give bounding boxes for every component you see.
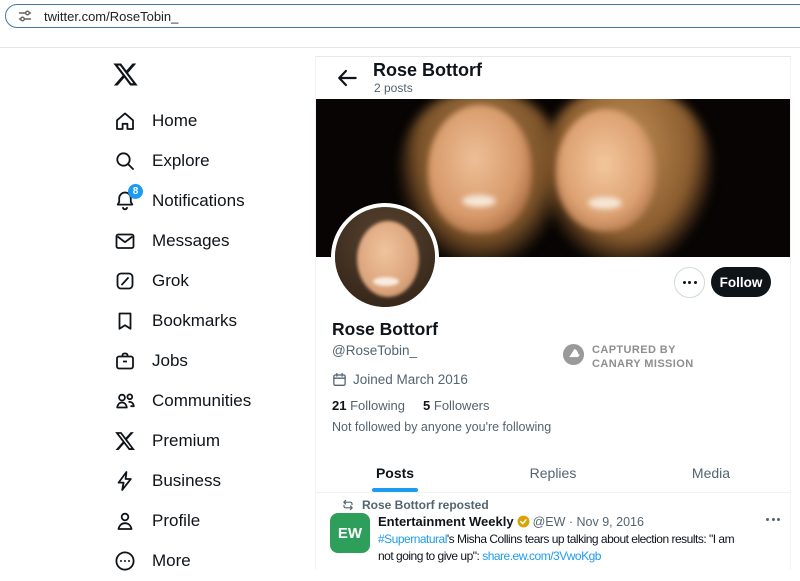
banner-art: [462, 195, 496, 207]
tweet-author-row: Entertainment Weekly @EW · Nov 9, 2016: [378, 514, 758, 529]
canary-logo-icon: [562, 343, 585, 366]
sidebar-nav: Home Explore 8 Notifications Messages Gr…: [105, 101, 315, 581]
retweet-icon: [343, 499, 353, 511]
sidebar-item-messages[interactable]: Messages: [105, 221, 315, 261]
envelope-icon: [113, 229, 137, 253]
sidebar-item-label: Jobs: [152, 351, 188, 370]
sidebar-item-bookmarks[interactable]: Bookmarks: [105, 301, 315, 341]
sidebar-item-label: Explore: [152, 151, 210, 170]
back-arrow-icon[interactable]: [334, 65, 360, 91]
sidebar-item-label: Communities: [152, 391, 252, 410]
sidebar-item-label: More: [152, 551, 191, 570]
banner-art: [556, 109, 656, 231]
following-link[interactable]: 21 Following: [332, 398, 405, 413]
profile-handle: @RoseTobin_: [332, 343, 418, 358]
sidebar-item-jobs[interactable]: Jobs: [105, 341, 315, 381]
browser-toolbar: twitter.com/RoseTobin_: [0, 0, 800, 48]
tweet-body: #Supernatural's Misha Collins tears up t…: [378, 532, 735, 563]
sidebar-item-communities[interactable]: Communities: [105, 381, 315, 421]
sidebar-item-grok[interactable]: Grok: [105, 261, 315, 301]
sidebar-item-label: Premium: [152, 431, 221, 450]
tweet-author-name[interactable]: Entertainment Weekly: [378, 514, 514, 529]
sidebar-item-premium[interactable]: Premium: [105, 421, 315, 461]
profile-header-bar: Rose Bottorf 2 posts: [316, 57, 790, 99]
gold-verified-icon: [517, 515, 530, 528]
address-bar[interactable]: twitter.com/RoseTobin_: [5, 4, 800, 28]
sidebar-item-label: Business: [152, 471, 221, 490]
tab-replies[interactable]: Replies: [474, 453, 632, 492]
person-icon: [113, 509, 137, 533]
tab-media[interactable]: Media: [632, 453, 790, 492]
people-icon: [113, 389, 137, 413]
page-title: Rose Bottorf: [373, 60, 482, 80]
x-premium-icon: [113, 429, 137, 453]
sidebar-item-explore[interactable]: Explore: [105, 141, 315, 181]
sidebar-item-more[interactable]: More: [105, 541, 315, 581]
grok-icon: [113, 269, 137, 293]
sidebar-item-label: Bookmarks: [152, 311, 238, 330]
banner-art: [428, 105, 532, 233]
notifications-badge: 8: [128, 184, 143, 199]
tweet-url-link[interactable]: share.ew.com/3VwoKgb: [482, 549, 601, 563]
repost-note: Rose Bottorf reposted: [341, 498, 489, 512]
sidebar-item-label: Profile: [152, 511, 201, 530]
avatar-art: [373, 277, 399, 286]
followers-link[interactable]: 5 Followers: [423, 398, 489, 413]
follow-button[interactable]: Follow: [711, 267, 771, 297]
profile-more-button[interactable]: [674, 267, 705, 298]
sidebar-item-profile[interactable]: Profile: [105, 501, 315, 541]
hashtag-link[interactable]: #Supernatural: [378, 532, 447, 546]
home-icon: [113, 109, 137, 133]
joined-date: Joined March 2016: [332, 372, 468, 387]
bell-icon: 8: [113, 184, 143, 213]
profile-avatar[interactable]: [331, 203, 439, 311]
calendar-icon: [333, 372, 346, 386]
tweet-author-avatar[interactable]: EW: [330, 513, 370, 553]
sidebar-item-label: Grok: [152, 271, 189, 290]
sidebar-item-label: Messages: [152, 231, 230, 250]
post-count: 2 posts: [374, 81, 413, 95]
sidebar-item-label: Home: [152, 111, 198, 130]
tweet[interactable]: Rose Bottorf reposted EW Entertainment W…: [316, 494, 790, 571]
banner-art: [588, 197, 622, 209]
sidebar-item-home[interactable]: Home: [105, 101, 315, 141]
bookmark-icon: [113, 309, 137, 333]
follow-note: Not followed by anyone you're following: [332, 420, 552, 434]
bolt-icon: [113, 469, 137, 493]
sidebar-item-business[interactable]: Business: [105, 461, 315, 501]
site-settings-icon[interactable]: [17, 8, 33, 24]
sidebar-item-label: Notifications: [152, 191, 245, 210]
canary-mission-watermark: CAPTURED BY CANARY MISSION: [562, 343, 694, 371]
watermark-text: CAPTURED BY CANARY MISSION: [592, 344, 694, 370]
more-circle-icon: [113, 549, 137, 573]
search-icon: [113, 149, 137, 173]
follow-stats: 21 Following 5 Followers: [332, 398, 490, 413]
twitter-page: Home Explore 8 Notifications Messages Gr…: [0, 48, 800, 571]
profile-name: Rose Bottorf: [332, 319, 438, 339]
tweet-more-icon[interactable]: [762, 514, 784, 525]
tweet-meta: @EW · Nov 9, 2016: [532, 514, 644, 529]
profile-column: Rose Bottorf 2 posts Follow Rose Bottorf…: [315, 56, 791, 570]
briefcase-icon: [113, 349, 137, 373]
x-logo-icon[interactable]: [112, 61, 139, 88]
profile-tabs: Posts Replies Media: [316, 453, 790, 493]
url-text: twitter.com/RoseTobin_: [44, 8, 179, 24]
sidebar-item-notifications[interactable]: 8 Notifications: [105, 181, 315, 221]
tab-posts[interactable]: Posts: [316, 453, 474, 492]
